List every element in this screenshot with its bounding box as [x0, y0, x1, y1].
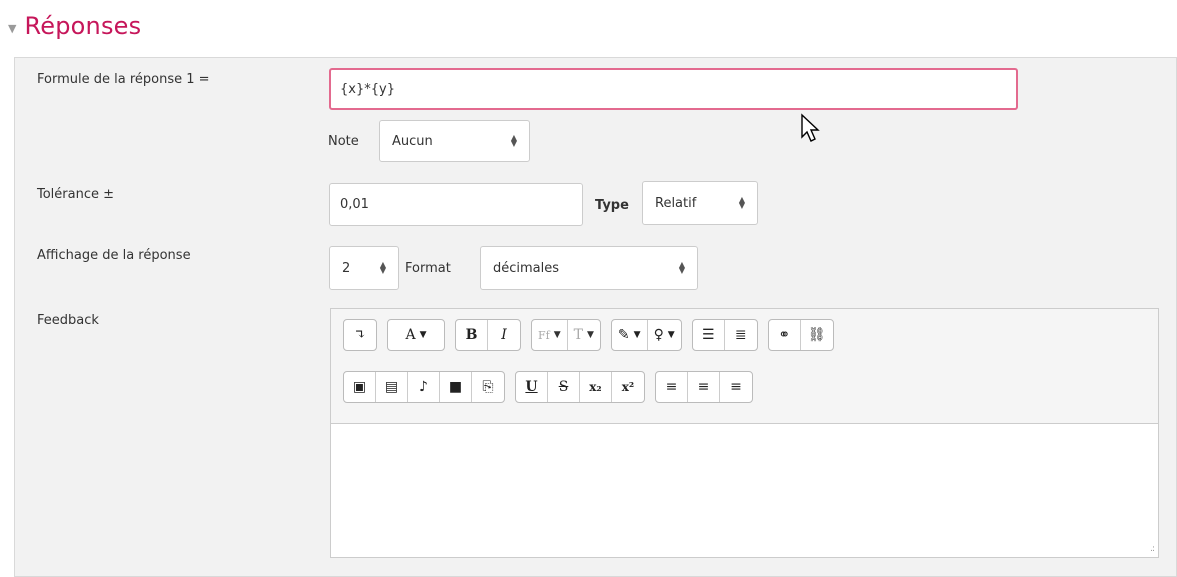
toolbar-group: ⚭ ⛓: [767, 319, 834, 351]
grade-label: Note: [328, 134, 359, 149]
feedback-label: Feedback: [37, 313, 99, 328]
toolbar-group: U S x₂ x²: [515, 371, 645, 403]
answer-formula-input[interactable]: [329, 68, 1018, 110]
align-left-button[interactable]: ≡: [656, 372, 688, 402]
bold-button[interactable]: B: [456, 320, 488, 350]
record-audio-button[interactable]: ♪: [408, 372, 440, 402]
collapse-toolbar-button[interactable]: ↴: [344, 320, 376, 350]
display-digits-value: 2: [342, 260, 351, 276]
resize-grip-icon[interactable]: .:: [1150, 544, 1155, 554]
font-size-label: T: [573, 327, 583, 343]
feedback-content-area[interactable]: .:: [331, 423, 1158, 557]
select-arrows-icon: ▲ ▼: [678, 260, 685, 275]
toolbar-group: B I: [455, 319, 521, 351]
ordered-list-button[interactable]: ≣: [725, 320, 757, 350]
dropdown-icon: ▼: [553, 330, 561, 340]
dropdown-icon: ▼: [667, 330, 675, 340]
record-video-button[interactable]: ■: [440, 372, 472, 402]
answers-panel: Formule de la réponse 1 = Note Aucun ▲▼ …: [14, 57, 1177, 577]
editor-toolbar-row-1: ↴ A ▼ B I Ff ▼ T ▼ ✎ ▼ ♀ ▼ ☰ ≣ ⚭ ⛓: [343, 319, 844, 351]
grade-select[interactable]: Aucun ▲ ▼: [379, 120, 530, 162]
font-family-button[interactable]: Ff ▼: [532, 320, 568, 350]
format-select[interactable]: décimales ▲ ▼: [480, 246, 698, 290]
format-label: Format: [405, 261, 451, 276]
insert-image-button[interactable]: ▣: [344, 372, 376, 402]
dropdown-icon: ▼: [633, 330, 641, 340]
dropdown-icon: ▼: [419, 330, 427, 340]
type-label: Type: [595, 198, 629, 213]
select-arrows-icon: ▲ ▼: [379, 260, 386, 275]
toolbar-group: ▣ ▤ ♪ ■ ⎘: [343, 371, 505, 403]
unordered-list-button[interactable]: ☰: [693, 320, 725, 350]
type-select-value: Relatif: [655, 195, 697, 211]
collapse-caret-icon[interactable]: ▼: [8, 22, 16, 35]
tolerance-label: Tolérance ±: [37, 187, 115, 202]
select-arrows-icon: ▲ ▼: [738, 195, 745, 210]
grade-select-value: Aucun: [392, 133, 433, 149]
subscript-button[interactable]: x₂: [580, 372, 612, 402]
tolerance-input[interactable]: [329, 183, 583, 226]
dropdown-icon: ▼: [586, 330, 594, 340]
text-style-label: A: [405, 327, 416, 343]
insert-media-button[interactable]: ▤: [376, 372, 408, 402]
font-size-button[interactable]: T ▼: [568, 320, 600, 350]
display-digits-select[interactable]: 2 ▲ ▼: [329, 246, 399, 290]
type-select[interactable]: Relatif ▲ ▼: [642, 181, 758, 225]
strikethrough-button[interactable]: S: [548, 372, 580, 402]
bulb-icon: ♀: [653, 327, 664, 343]
toolbar-group: ≡ ≡ ≡: [655, 371, 753, 403]
link-button[interactable]: ⚭: [769, 320, 801, 350]
toolbar-group: ☰ ≣: [691, 319, 758, 351]
align-center-button[interactable]: ≡: [688, 372, 720, 402]
align-right-button[interactable]: ≡: [720, 372, 752, 402]
unlink-button[interactable]: ⛓: [801, 320, 833, 350]
background-color-button[interactable]: ♀ ▼: [648, 320, 681, 350]
toolbar-group: Ff ▼ T ▼: [531, 319, 601, 351]
font-color-button[interactable]: ✎ ▼: [612, 320, 648, 350]
manage-files-button[interactable]: ⎘: [472, 372, 504, 402]
toolbar-group: ✎ ▼ ♀ ▼: [610, 319, 682, 351]
toolbar-group: ↴: [343, 319, 377, 351]
section-header[interactable]: ▼ Réponses: [8, 12, 141, 40]
section-title: Réponses: [24, 12, 142, 40]
superscript-button[interactable]: x²: [612, 372, 644, 402]
font-family-label: Ff: [538, 328, 550, 342]
select-arrows-icon: ▲ ▼: [510, 133, 517, 148]
italic-button[interactable]: I: [488, 320, 520, 350]
answer-formula-label: Formule de la réponse 1 =: [37, 72, 210, 87]
answer-display-label: Affichage de la réponse: [37, 248, 191, 263]
underline-button[interactable]: U: [516, 372, 548, 402]
mouse-pointer-icon: [801, 113, 820, 142]
editor-toolbar-row-2: ▣ ▤ ♪ ■ ⎘ U S x₂ x² ≡ ≡ ≡: [343, 371, 763, 403]
brush-icon: ✎: [617, 327, 630, 343]
format-select-value: décimales: [493, 260, 560, 276]
feedback-editor: ↴ A ▼ B I Ff ▼ T ▼ ✎ ▼ ♀ ▼ ☰ ≣ ⚭ ⛓ ▣ ▤ ♪…: [330, 308, 1159, 558]
text-style-button[interactable]: A ▼: [388, 320, 444, 350]
toolbar-group: A ▼: [387, 319, 445, 351]
